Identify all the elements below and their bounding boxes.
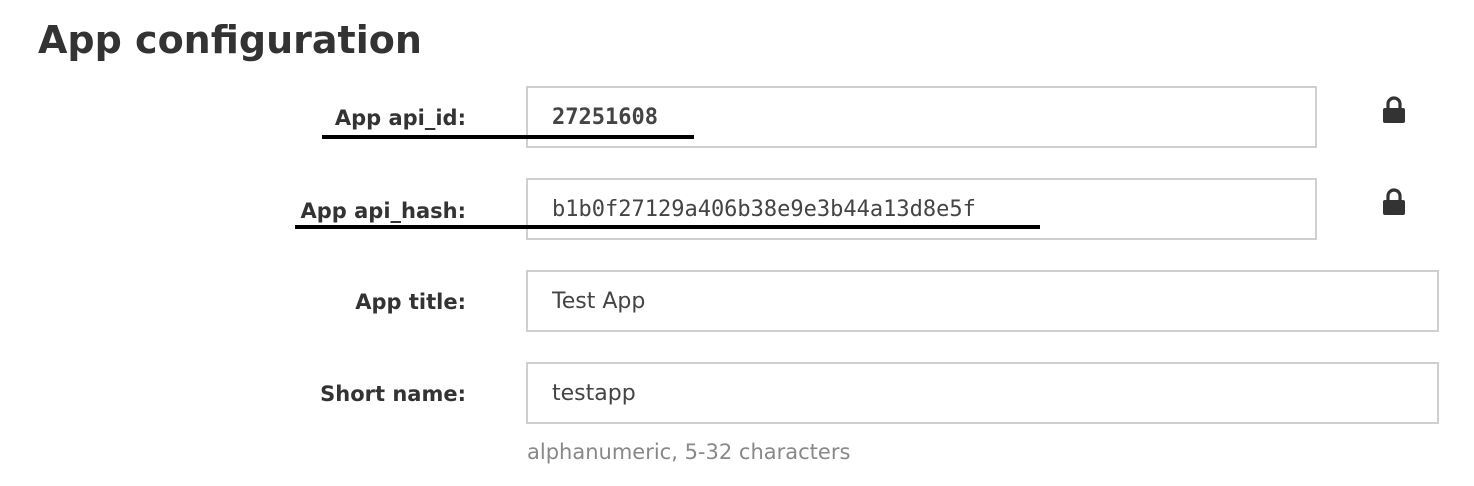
api-hash-annotation-underline bbox=[295, 225, 1040, 229]
short-name-input[interactable] bbox=[526, 362, 1439, 424]
app-title-label: App title: bbox=[355, 290, 466, 314]
short-name-label: Short name: bbox=[320, 382, 466, 406]
lock-icon bbox=[1383, 188, 1405, 215]
page-title: App configuration bbox=[38, 18, 422, 62]
lock-icon bbox=[1383, 96, 1405, 123]
api-hash-label: App api_hash: bbox=[300, 199, 467, 223]
app-title-input[interactable] bbox=[526, 270, 1439, 332]
api-hash-field[interactable] bbox=[526, 178, 1317, 240]
api-id-label: App api_id: bbox=[334, 106, 466, 130]
short-name-hint: alphanumeric, 5-32 characters bbox=[527, 440, 851, 464]
api-id-annotation-underline bbox=[322, 135, 694, 139]
